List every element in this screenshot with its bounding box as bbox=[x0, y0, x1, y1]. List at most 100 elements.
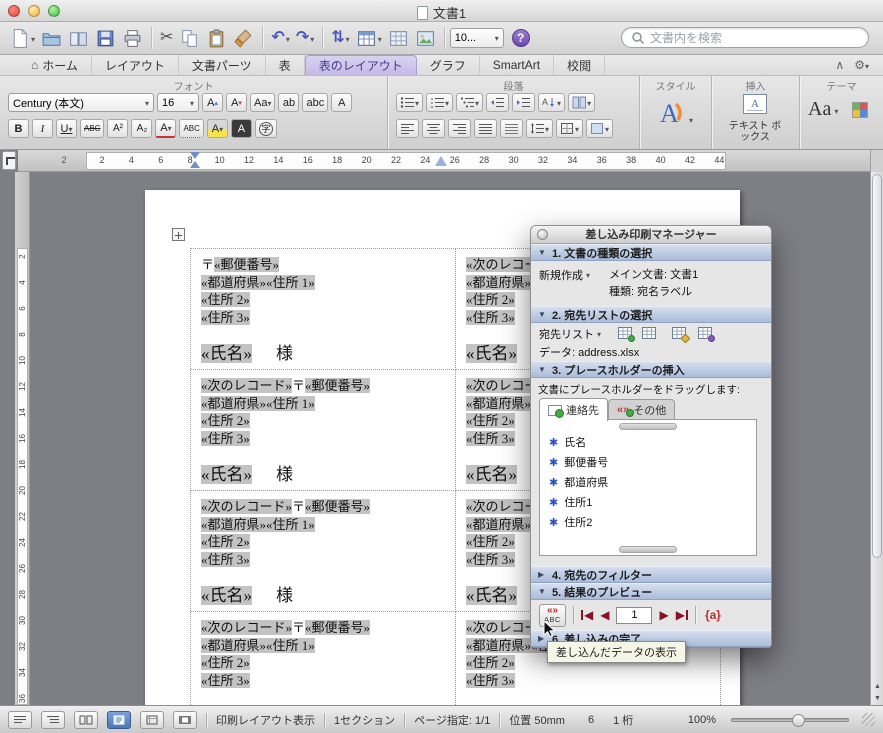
print-layout-view-button[interactable] bbox=[107, 710, 131, 729]
placeholder-item[interactable]: ✱ 都道府県 bbox=[540, 472, 756, 492]
merge-field[interactable]: «住所 1» bbox=[266, 395, 315, 411]
section-3-header[interactable]: 3. プレースホルダーの挿入 bbox=[531, 361, 771, 378]
indent-marker[interactable] bbox=[190, 152, 200, 168]
focus-view-button[interactable] bbox=[173, 710, 197, 729]
merge-field[interactable]: «郵便番号» bbox=[305, 620, 371, 635]
publishing-view-button[interactable] bbox=[74, 710, 98, 729]
scroll-up-button[interactable]: ▲ bbox=[871, 681, 883, 693]
font-tool-hl[interactable]: A bbox=[206, 119, 228, 138]
merge-field[interactable]: «次のレコード» bbox=[201, 499, 293, 514]
ribbon-tab-4[interactable]: 表のレイアウト bbox=[304, 55, 417, 75]
merge-field[interactable]: «住所 3» bbox=[201, 430, 250, 446]
textbox-button[interactable]: テキスト ボックス bbox=[726, 93, 784, 143]
mail-merge-manager[interactable]: 差し込み印刷マネージャー 1. 文書の種類の選択 新規作成 メイン文書: 文書1… bbox=[530, 225, 772, 648]
bullets-button[interactable] bbox=[396, 93, 424, 112]
palette-titlebar[interactable]: 差し込み印刷マネージャー bbox=[531, 226, 771, 244]
align-center-button[interactable] bbox=[422, 119, 445, 138]
section-1-header[interactable]: 1. 文書の種類の選択 bbox=[531, 244, 771, 261]
distribute-button[interactable] bbox=[500, 119, 523, 138]
merge-field[interactable]: «都道府県» bbox=[201, 274, 267, 290]
copy-button[interactable] bbox=[176, 25, 203, 51]
ribbon-tab-2[interactable]: 文書パーツ bbox=[179, 55, 266, 75]
open-button[interactable] bbox=[38, 25, 65, 51]
help-button[interactable]: ? bbox=[511, 29, 530, 47]
outline-view-button[interactable] bbox=[41, 710, 65, 729]
merge-field[interactable]: «郵便番号» bbox=[214, 257, 280, 272]
font-size-select[interactable]: 16 bbox=[157, 93, 199, 112]
create-new-menu[interactable]: 新規作成 bbox=[539, 267, 590, 283]
search-field[interactable]: 文書内を検索 bbox=[621, 27, 869, 48]
themes-button[interactable]: Aa bbox=[808, 98, 838, 121]
merge-field[interactable]: «住所 2» bbox=[201, 534, 250, 549]
sort-button[interactable]: A bbox=[538, 93, 566, 112]
scroll-down-button[interactable]: ▼ bbox=[871, 693, 883, 705]
font-tool-ruby[interactable]: ab bbox=[278, 93, 300, 112]
merge-field[interactable]: «住所 3» bbox=[201, 672, 250, 688]
insert-table-button[interactable] bbox=[353, 25, 385, 51]
first-record-button[interactable]: ◀ bbox=[581, 608, 593, 622]
numbering-button[interactable] bbox=[426, 93, 454, 112]
gallery-button[interactable] bbox=[65, 25, 92, 51]
format-painter-button[interactable] bbox=[230, 25, 257, 51]
page-indicator[interactable]: ページ指定: 1/1 bbox=[414, 712, 490, 728]
label-cell[interactable]: 〒«郵便番号» «都道府県»«住所 1» «住所 2» «住所 3» «氏名» 様 bbox=[191, 249, 456, 370]
merge-field[interactable]: «住所 3» bbox=[466, 672, 515, 688]
ribbon-tab-3[interactable]: 表 bbox=[266, 55, 305, 75]
theme-colors-button[interactable] bbox=[852, 102, 868, 118]
merge-field[interactable]: «住所 1» bbox=[266, 516, 315, 532]
font-tool-inv[interactable]: A bbox=[230, 119, 252, 138]
insert-grid-button[interactable] bbox=[385, 25, 412, 51]
palette-close-button[interactable] bbox=[537, 229, 548, 240]
undo-button[interactable]: ↶ bbox=[268, 25, 292, 51]
merge-field[interactable]: «住所 2» bbox=[201, 292, 250, 307]
merge-field[interactable]: «次のレコード» bbox=[201, 620, 293, 635]
table-move-handle[interactable] bbox=[172, 228, 185, 241]
styles-button[interactable]: A bbox=[654, 96, 693, 128]
new-document-button[interactable] bbox=[6, 25, 38, 51]
font-tool-strike[interactable]: ABC bbox=[80, 119, 105, 138]
merge-format-button[interactable]: {a} bbox=[705, 608, 721, 622]
insert-media-button[interactable] bbox=[412, 25, 439, 51]
merge-field[interactable]: «氏名» bbox=[201, 586, 252, 605]
font-tool-sub[interactable]: A₂ bbox=[131, 119, 153, 138]
ribbon-tab-5[interactable]: グラフ bbox=[417, 55, 480, 75]
scroll-pill-top[interactable] bbox=[619, 423, 677, 430]
placeholder-item[interactable]: ✱ 住所2 bbox=[540, 512, 756, 532]
merge-field[interactable]: «住所 3» bbox=[201, 551, 250, 567]
scrollbar-thumb[interactable] bbox=[872, 174, 882, 558]
merge-field[interactable]: «住所 3» bbox=[201, 309, 250, 325]
decrease-indent-button[interactable] bbox=[486, 93, 510, 112]
open-data-source-button[interactable] bbox=[641, 325, 658, 341]
ribbon-tab-7[interactable]: 校閲 bbox=[554, 55, 606, 75]
merge-field[interactable]: «住所 2» bbox=[466, 413, 515, 428]
placeholder-item[interactable]: ✱ 住所1 bbox=[540, 492, 756, 512]
font-tool-charbox[interactable]: A bbox=[331, 93, 353, 112]
multilevel-list-button[interactable] bbox=[456, 93, 484, 112]
print-button[interactable] bbox=[119, 25, 146, 51]
merge-field[interactable]: «次のレコード» bbox=[201, 378, 293, 393]
vertical-ruler[interactable]: 2 4 6 8 10 12 14 16 18 20 22 24 26 28 30 32 34 36 bbox=[15, 172, 30, 705]
borders-button[interactable] bbox=[556, 119, 584, 138]
merge-field[interactable]: «住所 2» bbox=[466, 292, 515, 307]
section-indicator[interactable]: 1セクション bbox=[334, 712, 395, 728]
font-tool-u[interactable]: U bbox=[56, 119, 77, 138]
align-left-button[interactable] bbox=[396, 119, 419, 138]
zoom-combo[interactable]: 10... bbox=[449, 28, 504, 48]
recipient-list-menu[interactable]: 宛先リスト bbox=[539, 326, 601, 342]
placeholder-item[interactable]: ✱ 郵便番号 bbox=[540, 452, 756, 472]
placeholder-list[interactable]: ✱ 氏名 ✱ 郵便番号 ✱ 都道府県 ✱ 住所1 ✱ 住所2 bbox=[539, 419, 757, 556]
zoom-slider-knob[interactable] bbox=[792, 713, 806, 727]
font-name-select[interactable]: Century (本文) bbox=[8, 93, 154, 112]
merge-field[interactable]: «住所 3» bbox=[466, 551, 515, 567]
shading-button[interactable] bbox=[586, 119, 614, 138]
merge-field[interactable]: «住所 2» bbox=[466, 534, 515, 549]
resize-grip[interactable] bbox=[862, 713, 875, 726]
section-4-header[interactable]: 4. 宛先のフィルター bbox=[531, 566, 771, 583]
tab-other[interactable]: «» その他 bbox=[608, 399, 676, 420]
merge-field[interactable]: «住所 3» bbox=[466, 430, 515, 446]
font-tool-sup[interactable]: A² bbox=[107, 119, 129, 138]
merge-field[interactable]: «住所 1» bbox=[266, 274, 315, 290]
scroll-pill-bottom[interactable] bbox=[619, 546, 677, 553]
notebook-view-button[interactable] bbox=[140, 710, 164, 729]
merge-field[interactable]: «氏名» bbox=[201, 465, 252, 484]
